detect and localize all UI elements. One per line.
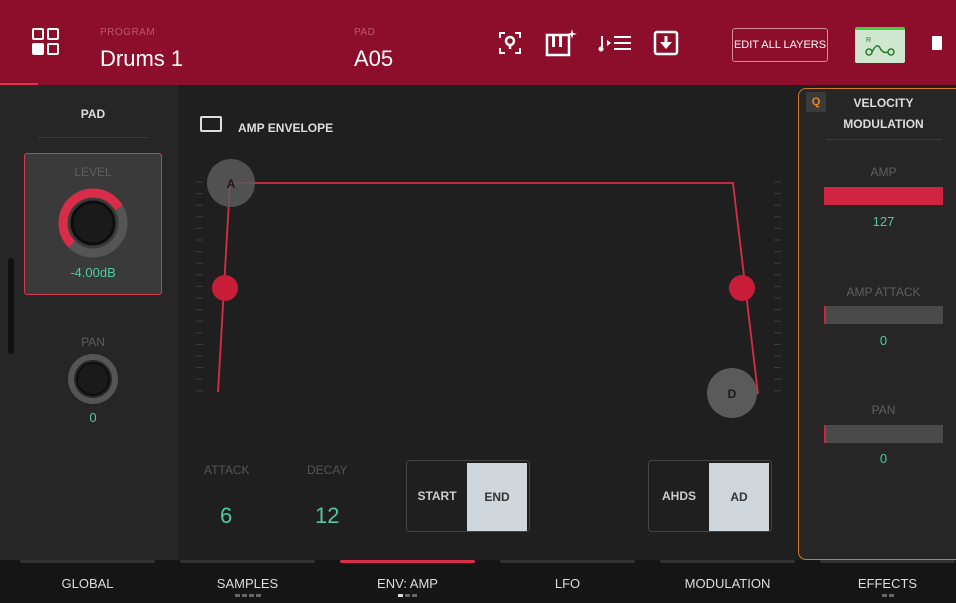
- side-drawer-handle[interactable]: [8, 258, 14, 354]
- routing-button[interactable]: R: [855, 27, 905, 63]
- tab-lfo[interactable]: LFO: [480, 560, 640, 603]
- chip-icon[interactable]: [932, 36, 942, 50]
- tab-effects[interactable]: EFFECTS: [800, 560, 956, 603]
- attack-handle-label: A: [227, 177, 236, 191]
- amp-mod-value: 127: [872, 214, 895, 229]
- amp-mod-label: AMP: [870, 165, 897, 179]
- velocity-modulation-panel: [798, 88, 956, 560]
- note-list-icon[interactable]: [598, 32, 632, 54]
- tab-modulation[interactable]: MODULATION: [640, 560, 800, 603]
- app-root: PROGRAM Drums 1 PAD A05 EDIT ALL LAYERS: [0, 0, 956, 603]
- ad-option[interactable]: AD: [709, 463, 769, 531]
- decay-value[interactable]: 12: [315, 503, 339, 529]
- level-label: LEVEL: [74, 165, 112, 179]
- location-pin-icon[interactable]: [497, 30, 523, 56]
- tab-label: SAMPLES: [216, 576, 279, 591]
- tab-indicator: [180, 560, 315, 563]
- amp-envelope-title: AMP ENVELOPE: [238, 121, 334, 135]
- amp-attack-mod-slider[interactable]: [824, 306, 943, 324]
- amp-mod-fill: [824, 187, 943, 205]
- pad-panel-divider: [38, 137, 148, 138]
- bottom-tab-bar: GLOBAL SAMPLES ENV: AMP LFO MODULATION EFFECT…: [0, 560, 956, 603]
- tab-indicator: [500, 560, 635, 563]
- decay-label: DECAY: [307, 463, 348, 477]
- program-value[interactable]: Drums 1: [100, 46, 183, 72]
- tab-samples[interactable]: SAMPLES: [160, 560, 320, 603]
- tab-indicator: [820, 560, 955, 563]
- velocity-title-line2: MODULATION: [843, 117, 924, 131]
- pan-mod-label: PAN: [871, 403, 896, 417]
- expand-icon[interactable]: [200, 116, 222, 132]
- header-bar: PROGRAM Drums 1 PAD A05 EDIT ALL LAYERS: [0, 0, 956, 85]
- curve-start-end-toggle[interactable]: START END: [406, 460, 530, 532]
- tab-label: GLOBAL: [61, 576, 114, 591]
- envelope-mode-toggle[interactable]: AHDS AD: [648, 460, 772, 532]
- pan-knob[interactable]: [66, 352, 120, 406]
- decay-curve-handle[interactable]: [729, 275, 755, 301]
- amp-attack-mod-fill: [824, 306, 827, 324]
- pan-label: PAN: [81, 335, 105, 349]
- pan-mod-slider[interactable]: [824, 425, 943, 443]
- tab-label: LFO: [554, 576, 581, 591]
- pan-mod-value: 0: [879, 451, 888, 466]
- tab-indicator: [20, 560, 155, 563]
- tab-page-dots: [160, 594, 335, 597]
- pad-label: PAD: [354, 27, 376, 38]
- end-option[interactable]: END: [467, 463, 527, 531]
- program-label: PROGRAM: [100, 27, 156, 38]
- pan-mod-fill: [824, 425, 827, 443]
- tab-global[interactable]: GLOBAL: [0, 560, 160, 603]
- tab-label: EFFECTS: [857, 576, 918, 591]
- attack-value[interactable]: 6: [220, 503, 232, 529]
- tab-label: ENV: AMP: [377, 576, 438, 591]
- level-value: -4.00dB: [70, 265, 116, 280]
- tab-label: MODULATION: [684, 576, 771, 591]
- tab-indicator: [340, 560, 475, 563]
- tab-indicator: [660, 560, 795, 563]
- amp-attack-mod-label: AMP ATTACK: [846, 285, 921, 299]
- amp-mod-slider[interactable]: [824, 187, 943, 205]
- pad-value[interactable]: A05: [354, 46, 393, 72]
- pan-value: 0: [89, 410, 97, 425]
- velocity-title-line1: VELOCITY: [853, 96, 914, 110]
- attack-label: ATTACK: [204, 463, 250, 477]
- amp-attack-mod-value: 0: [879, 333, 888, 348]
- tab-env-amp[interactable]: ENV: AMP: [320, 560, 480, 603]
- download-icon[interactable]: [653, 30, 679, 56]
- svg-text:R: R: [866, 37, 871, 44]
- start-option[interactable]: START: [407, 461, 467, 531]
- envelope-graph[interactable]: A D: [190, 150, 790, 430]
- menu-grid-icon[interactable]: [32, 28, 60, 56]
- tab-page-dots: [800, 594, 956, 597]
- tab-page-dots: [320, 594, 495, 597]
- edit-all-layers-button[interactable]: EDIT ALL LAYERS: [732, 28, 828, 62]
- attack-curve-handle[interactable]: [212, 275, 238, 301]
- velocity-divider: [826, 139, 942, 140]
- ahds-option[interactable]: AHDS: [649, 461, 709, 531]
- pad-panel-title: PAD: [80, 107, 106, 121]
- routing-icon: R: [865, 37, 895, 56]
- keyboard-sparkle-icon[interactable]: [545, 27, 577, 59]
- decay-handle-label: D: [728, 387, 737, 401]
- level-knob[interactable]: [56, 186, 130, 260]
- envelope-curve: [217, 182, 759, 395]
- q-link-badge[interactable]: Q: [806, 92, 826, 112]
